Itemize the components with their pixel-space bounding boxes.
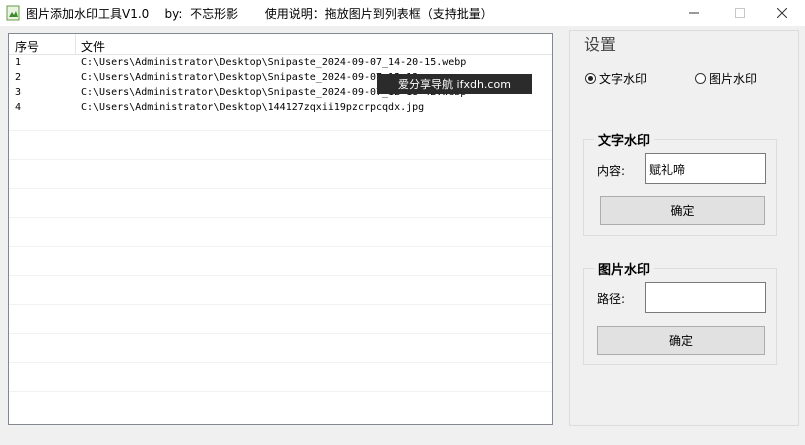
radio-image-label: 图片水印 [709, 72, 758, 86]
row-path: C:\Users\Administrator\Desktop\144127zqx… [81, 102, 425, 113]
row-seq: 1 [15, 57, 22, 68]
grid-line [9, 159, 552, 160]
close-icon [777, 8, 787, 18]
radio-text-watermark[interactable]: 文字水印 [585, 70, 647, 87]
table-row[interactable]: 4 C:\Users\Administrator\Desktop\144127z… [9, 101, 552, 116]
text-group-title: 文字水印 [594, 130, 655, 149]
image-group-title: 图片水印 [594, 259, 655, 278]
close-button[interactable] [759, 0, 805, 26]
path-input[interactable] [645, 282, 766, 313]
grid-line [9, 362, 552, 363]
grid-line [9, 130, 552, 131]
grid-line [9, 246, 552, 247]
radio-text-label: 文字水印 [599, 72, 648, 86]
content-input[interactable]: 赋礼啼 [645, 153, 766, 184]
grid-line [9, 275, 552, 276]
settings-title: 设置 [580, 31, 621, 55]
minimize-icon [689, 12, 699, 14]
window-title: 图片添加水印工具V1.0 by: 不忘形影 使用说明：拖放图片到列表框（支持批量… [26, 7, 493, 21]
text-confirm-button[interactable]: 确定 [600, 196, 765, 225]
grid-line [9, 217, 552, 218]
maximize-icon [735, 8, 745, 18]
grid-line [9, 391, 552, 392]
column-header-file[interactable]: 文件 [81, 38, 105, 55]
row-path: C:\Users\Administrator\Desktop\Snipaste_… [81, 57, 467, 68]
column-divider[interactable] [75, 34, 76, 54]
app-icon [6, 5, 20, 21]
content-label: 内容: [597, 164, 626, 178]
path-label: 路径: [597, 292, 626, 306]
list-header: 序号 文件 [9, 34, 552, 55]
column-header-seq[interactable]: 序号 [15, 38, 39, 55]
image-confirm-button[interactable]: 确定 [597, 326, 765, 355]
row-seq: 2 [15, 72, 22, 83]
grid-line [9, 304, 552, 305]
radio-checked-icon [585, 73, 596, 84]
grid-line [9, 188, 552, 189]
watermark-overlay: 爱分享导航 ifxdh.com [377, 74, 532, 94]
minimize-button[interactable] [671, 0, 717, 26]
row-seq: 3 [15, 87, 22, 98]
title-bar: 图片添加水印工具V1.0 by: 不忘形影 使用说明：拖放图片到列表框（支持批量… [0, 0, 805, 26]
row-path: C:\Users\Administrator\Desktop\Snipaste_… [81, 72, 425, 83]
row-seq: 4 [15, 102, 22, 113]
table-row[interactable]: 1 C:\Users\Administrator\Desktop\Snipast… [9, 56, 552, 71]
radio-image-watermark[interactable]: 图片水印 [695, 70, 757, 87]
radio-unchecked-icon [695, 73, 706, 84]
grid-line [9, 333, 552, 334]
maximize-button[interactable] [717, 0, 763, 26]
